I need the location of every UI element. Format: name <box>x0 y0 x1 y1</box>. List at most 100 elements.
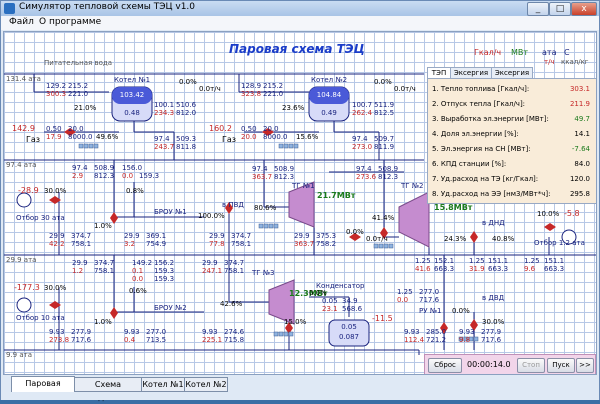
start-button[interactable]: Пуск <box>547 358 575 373</box>
ru1-in-h: 721.2 <box>426 336 447 344</box>
tg1-pvd-pct[interactable]: 100.0% <box>198 212 225 220</box>
tab-condensate-scheme[interactable]: Схема конденсата <box>74 377 142 402</box>
menu-file[interactable]: Файл <box>9 17 34 27</box>
tg3-in-h: 758.1 <box>224 267 245 275</box>
b2-out-g: 262.4 <box>352 109 373 117</box>
b2l-in-p: 29.9 <box>72 259 88 267</box>
stop-button[interactable]: Стоп <box>517 358 545 373</box>
ru1-in-t: 285.0 <box>426 328 447 336</box>
o12-temp: -5.8 <box>564 209 580 218</box>
b2-gas-temp: 160.2 <box>209 124 232 133</box>
b2-out-p: 100.7 <box>352 101 373 109</box>
b1-flow-pct[interactable]: 0.0% <box>179 78 197 86</box>
boiler2-top: 104.84 <box>316 91 342 99</box>
tg3-in-t: 374.7 <box>224 259 245 267</box>
tg2-dnd-p: 1.25 <box>469 257 485 265</box>
tep-row-value: 120.0 <box>569 175 590 183</box>
b2-pct[interactable]: 23.6% <box>282 104 304 112</box>
tep-row-label: 6. КПД станции [%]: <box>432 160 507 168</box>
unit-th: т/ч <box>544 58 555 66</box>
broy2-out-g: 0.4 <box>124 336 136 344</box>
dvd-pct[interactable]: 30.0% <box>482 318 504 326</box>
tab-boiler-1[interactable]: Котел №1 <box>141 377 185 392</box>
b2-gas-p: 0.50 <box>241 125 257 133</box>
tg1-in-t: 508.9 <box>274 165 295 173</box>
broy1-pct2[interactable]: 1.0% <box>94 222 112 230</box>
b1-gas-label: Газ <box>26 135 41 144</box>
reset-button[interactable]: Сброс <box>428 358 462 373</box>
b2-flow-pct[interactable]: 0.0% <box>374 78 392 86</box>
otbor30-temp: -28.9 <box>18 186 39 195</box>
tg1-label: ТГ №1 <box>292 182 315 190</box>
scheme-title: Паровая схема ТЭЦ <box>229 42 365 56</box>
tg3-out-g: 225.1 <box>202 336 223 344</box>
broy1-in-p: 97.4 <box>72 164 88 172</box>
b1-pct[interactable]: 21.0% <box>74 104 96 112</box>
tep-row-label: 3. Выработка эл.энергии [МВт]: <box>432 115 549 123</box>
b2-st-g: 273.0 <box>352 143 373 151</box>
broy2-pct[interactable]: 0.6% <box>129 287 147 295</box>
tg1-pvd-g: 77.8 <box>209 240 225 248</box>
menu-about[interactable]: О программе <box>39 17 101 27</box>
b1-in-h: 221.0 <box>68 90 89 98</box>
b2-gas-g: 20.0 <box>241 133 257 141</box>
otbor30-pct[interactable]: 30.0% <box>44 187 66 195</box>
otbor10-pct[interactable]: 30.0% <box>44 284 66 292</box>
b2-pct2[interactable]: 15.6% <box>296 133 318 141</box>
b1-flow: 0.0т/ч <box>199 85 221 93</box>
tg2-power: 15.8МВт <box>434 203 473 212</box>
broy2-pct2[interactable]: 1.0% <box>94 318 112 326</box>
bottom-tabs: Паровая схема Схема конденсата Котел №1 … <box>3 376 597 402</box>
b1-pct2[interactable]: 49.6% <box>96 133 118 141</box>
broy1-pct[interactable]: 0.8% <box>126 187 144 195</box>
boiler1-label: Котел №1 <box>114 76 151 84</box>
tg3-pct[interactable]: 42.6% <box>220 300 242 308</box>
maximize-button[interactable]: □ <box>549 2 571 16</box>
tab-boiler-2[interactable]: Котел №2 <box>184 377 228 392</box>
b1-st-g: 243.7 <box>154 143 175 151</box>
b1-st-t: 509.3 <box>176 135 197 143</box>
tep-row-label: 7. Уд.расход на ТЭ [кг/Гкал]: <box>432 175 539 183</box>
tg2-mid-t: 152.1 <box>434 257 455 265</box>
kond-pct[interactable]: 0.0% <box>309 289 327 297</box>
tep-row-value: 211.9 <box>569 100 590 108</box>
tg1-flow-pct[interactable]: 0.0% <box>346 228 364 236</box>
tg3-pct2[interactable]: 15.0% <box>284 318 306 326</box>
b2-gas-t: 20.0 <box>263 125 279 133</box>
broy1-w-g: 0.0 <box>122 172 134 180</box>
broy1-in-g: 2.9 <box>72 172 84 180</box>
broy1-out-t: 369.1 <box>146 232 167 240</box>
otbor10-g: 273.8 <box>49 336 70 344</box>
feedwater-label: Питательная вода <box>44 59 113 67</box>
o12-pct[interactable]: 10.0% <box>537 210 559 218</box>
minimize-button[interactable]: _ <box>527 2 549 16</box>
tg2-pct[interactable]: 41.4% <box>372 214 394 222</box>
close-button[interactable]: x <box>571 2 597 16</box>
b2-in-h: 221.0 <box>263 90 284 98</box>
fast-button[interactable]: >> <box>576 358 594 373</box>
tg1-pct[interactable]: 80.6% <box>254 204 276 212</box>
b1-gas-p: 0.50 <box>46 125 62 133</box>
level-131: 131.4 ата <box>6 75 41 83</box>
o12-label: Отбор 1.2 ата <box>534 239 585 247</box>
ru1-pct[interactable]: 0.0% <box>452 307 470 315</box>
b2-in-g: 323.8 <box>241 90 262 98</box>
tg1-in-p: 97.4 <box>252 165 268 173</box>
tab-steam-scheme[interactable]: Паровая схема <box>11 376 75 401</box>
ru1-in-p: 9.93 <box>404 328 420 336</box>
b2-in-t: 215.2 <box>263 82 284 90</box>
tep-row-label: 5. Эл.энергия на СН [МВт]: <box>432 145 531 153</box>
boiler1-top: 103.42 <box>119 91 145 99</box>
b2-out-h: 812.5 <box>374 109 395 117</box>
tep-row-label: 4. Доля эл.энергии [%]: <box>432 130 519 138</box>
tg2-pct2[interactable]: 24.3% <box>444 235 466 243</box>
ru1-h: 717.6 <box>419 296 440 304</box>
b2-gas-label: Газ <box>222 135 237 144</box>
tg2-dnd-pct[interactable]: 40.8% <box>492 235 514 243</box>
tg3-out-h: 715.8 <box>224 336 245 344</box>
tg2-dnd-label: в ДНД <box>482 219 505 227</box>
tg2-dnd-h: 663.3 <box>488 265 509 273</box>
level-29: 29.9 ата <box>6 256 37 264</box>
tg3-out-p: 9.93 <box>202 328 218 336</box>
unit-mw: МВт <box>511 48 529 57</box>
